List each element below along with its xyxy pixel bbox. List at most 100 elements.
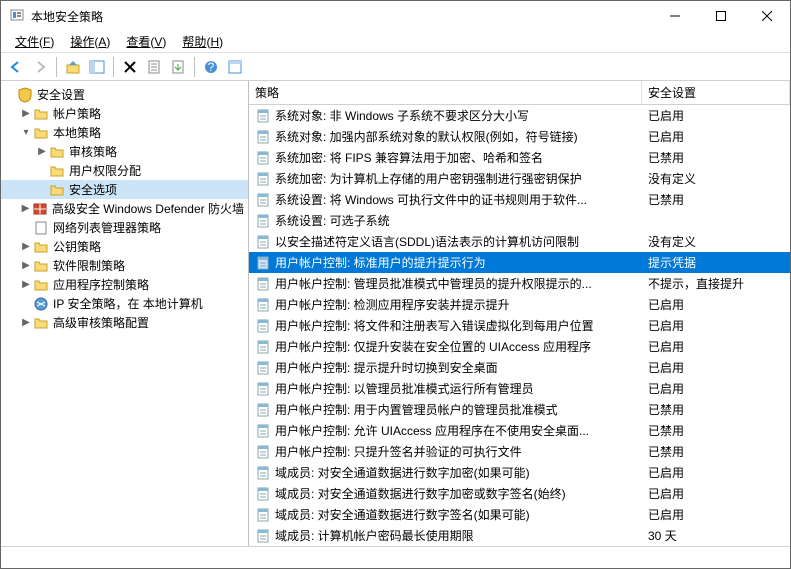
policy-name: 域成员: 对安全通道数据进行数字签名(如果可能) — [275, 506, 530, 523]
expander-icon[interactable]: ▶ — [19, 108, 33, 119]
tree-label: 安全选项 — [69, 181, 117, 198]
tree-label: 高级安全 Windows Defender 防火墙 — [52, 200, 244, 217]
tree-item[interactable]: ▾本地策略 — [1, 123, 248, 142]
policy-name: 用户帐户控制: 检测应用程序安装并提示提升 — [275, 296, 510, 313]
policy-row[interactable]: 系统加密: 将 FIPS 兼容算法用于加密、哈希和签名已禁用 — [249, 147, 790, 168]
tree-item[interactable]: ▶ 高级安全 Windows Defender 防火墙 — [1, 199, 248, 218]
policy-setting-cell: 已启用 — [642, 107, 790, 124]
policy-setting-cell: 已启用 — [642, 359, 790, 376]
tree-item[interactable]: 安全选项 — [1, 180, 248, 199]
column-policy[interactable]: 策略 — [249, 81, 642, 104]
policy-name-cell: 用户帐户控制: 管理员批准模式中管理员的提升权限提示的... — [249, 275, 642, 292]
policy-row[interactable]: 系统对象: 加强内部系统对象的默认权限(例如，符号链接)已启用 — [249, 126, 790, 147]
tree-label: 网络列表管理器策略 — [53, 219, 161, 236]
policy-icon — [255, 507, 271, 523]
policy-name-cell: 用户帐户控制: 只提升签名并验证的可执行文件 — [249, 443, 642, 460]
properties-button[interactable] — [143, 56, 165, 78]
tree-item[interactable]: ▶审核策略 — [1, 142, 248, 161]
expander-icon[interactable]: ▶ — [19, 203, 32, 214]
policy-icon — [255, 276, 271, 292]
svg-text:?: ? — [208, 60, 215, 74]
tree-label: 帐户策略 — [53, 105, 101, 122]
policy-row[interactable]: 用户帐户控制: 提示提升时切换到安全桌面已启用 — [249, 357, 790, 378]
delete-button[interactable] — [119, 56, 141, 78]
export-button[interactable] — [167, 56, 189, 78]
policy-setting-cell: 已启用 — [642, 485, 790, 502]
expander-icon[interactable]: ▶ — [19, 260, 33, 271]
policy-row[interactable]: 用户帐户控制: 允许 UIAccess 应用程序在不使用安全桌面...已禁用 — [249, 420, 790, 441]
expander-icon[interactable]: ▶ — [19, 317, 33, 328]
refresh-button[interactable] — [224, 56, 246, 78]
tree-item[interactable]: ▶应用程序控制策略 — [1, 275, 248, 294]
menu-help[interactable]: 帮助(H) — [174, 31, 231, 52]
policy-setting-cell: 没有定义 — [642, 170, 790, 187]
policy-icon — [255, 192, 271, 208]
tree-label: 公钥策略 — [53, 238, 101, 255]
tree-item[interactable]: 用户权限分配 — [1, 161, 248, 180]
policy-icon — [255, 297, 271, 313]
tree-item[interactable]: ▶ 帐户策略 — [1, 104, 248, 123]
close-button[interactable] — [744, 1, 790, 31]
folder-icon — [33, 125, 49, 141]
policy-row[interactable]: 用户帐户控制: 用于内置管理员帐户的管理员批准模式已禁用 — [249, 399, 790, 420]
policy-name: 用户帐户控制: 管理员批准模式中管理员的提升权限提示的... — [275, 275, 592, 292]
folder-icon — [49, 144, 65, 160]
policy-name: 用户帐户控制: 将文件和注册表写入错误虚拟化到每用户位置 — [275, 317, 594, 334]
column-setting[interactable]: 安全设置 — [642, 81, 790, 104]
policy-row[interactable]: 用户帐户控制: 以管理员批准模式运行所有管理员已启用 — [249, 378, 790, 399]
page-icon — [33, 220, 49, 236]
policy-row[interactable]: 用户帐户控制: 检测应用程序安装并提示提升已启用 — [249, 294, 790, 315]
tree-item[interactable]: ▶软件限制策略 — [1, 256, 248, 275]
tree-item[interactable]: ▶ 公钥策略 — [1, 237, 248, 256]
policy-row[interactable]: 系统对象: 非 Windows 子系统不要求区分大小写已启用 — [249, 105, 790, 126]
maximize-button[interactable] — [698, 1, 744, 31]
policy-setting-cell: 已启用 — [642, 506, 790, 523]
tree-view[interactable]: 安全设置 ▶ 帐户策略▾本地策略▶审核策略用户权限分配安全选项 ▶ 高级安全 Wind… — [1, 81, 249, 546]
show-hide-tree-button[interactable] — [86, 56, 108, 78]
expander-icon[interactable]: ▶ — [19, 279, 33, 290]
up-button[interactable] — [62, 56, 84, 78]
policy-row[interactable]: 用户帐户控制: 仅提升安装在安全位置的 UIAccess 应用程序已启用 — [249, 336, 790, 357]
policy-name-cell: 系统对象: 加强内部系统对象的默认权限(例如，符号链接) — [249, 128, 642, 145]
expander-icon[interactable]: ▶ — [19, 241, 33, 252]
policy-row[interactable]: 以安全描述符定义语言(SDDL)语法表示的计算机访问限制没有定义 — [249, 231, 790, 252]
policy-name: 用户帐户控制: 允许 UIAccess 应用程序在不使用安全桌面... — [275, 422, 589, 439]
tree-item[interactable]: 网络列表管理器策略 — [1, 218, 248, 237]
policy-name: 用户帐户控制: 以管理员批准模式运行所有管理员 — [275, 380, 534, 397]
tree-root[interactable]: 安全设置 — [1, 85, 248, 104]
policy-row[interactable]: 用户帐户控制: 标准用户的提升提示行为提示凭据 — [249, 252, 790, 273]
minimize-button[interactable] — [652, 1, 698, 31]
menu-file[interactable]: 文件(F) — [7, 31, 62, 52]
policy-row[interactable]: 域成员: 对安全通道数据进行数字签名(如果可能) 已启用 — [249, 504, 790, 525]
policy-row[interactable]: 用户帐户控制: 只提升签名并验证的可执行文件已禁用 — [249, 441, 790, 462]
menu-view[interactable]: 查看(V) — [118, 31, 174, 52]
policy-name-cell: 域成员: 计算机帐户密码最长使用期限 — [249, 527, 642, 544]
folder-icon — [33, 239, 49, 255]
tree-item[interactable]: IP 安全策略，在 本地计算机 — [1, 294, 248, 313]
back-button[interactable] — [5, 56, 27, 78]
expander-icon[interactable]: ▶ — [35, 146, 49, 157]
list-body[interactable]: 系统对象: 非 Windows 子系统不要求区分大小写已启用系统对象: 加强内部… — [249, 105, 790, 546]
titlebar: 本地安全策略 — [1, 1, 790, 31]
expander-icon[interactable]: ▾ — [19, 127, 33, 138]
policy-name-cell: 系统加密: 为计算机上存储的用户密钥强制进行强密钥保护 — [249, 170, 642, 187]
policy-row[interactable]: 系统加密: 为计算机上存储的用户密钥强制进行强密钥保护没有定义 — [249, 168, 790, 189]
policy-icon — [255, 444, 271, 460]
menu-action[interactable]: 操作(A) — [62, 31, 118, 52]
help-button[interactable]: ? — [200, 56, 222, 78]
policy-row[interactable]: 系统设置: 可选子系统 — [249, 210, 790, 231]
folder-icon — [33, 258, 49, 274]
policy-row[interactable]: 域成员: 计算机帐户密码最长使用期限30 天 — [249, 525, 790, 546]
shield-icon — [17, 87, 33, 103]
policy-row[interactable]: 用户帐户控制: 管理员批准模式中管理员的提升权限提示的...不提示，直接提升 — [249, 273, 790, 294]
policy-row[interactable]: 域成员: 对安全通道数据进行数字加密或数字签名(始终)已启用 — [249, 483, 790, 504]
policy-row[interactable]: 用户帐户控制: 将文件和注册表写入错误虚拟化到每用户位置已启用 — [249, 315, 790, 336]
policy-row[interactable]: 域成员: 对安全通道数据进行数字加密(如果可能)已启用 — [249, 462, 790, 483]
policy-name-cell: 域成员: 对安全通道数据进行数字签名(如果可能) — [249, 506, 642, 523]
tree-label: 高级审核策略配置 — [53, 314, 149, 331]
policy-icon — [255, 423, 271, 439]
tree-item[interactable]: ▶ 高级审核策略配置 — [1, 313, 248, 332]
policy-name: 域成员: 计算机帐户密码最长使用期限 — [275, 527, 474, 544]
forward-button[interactable] — [29, 56, 51, 78]
policy-row[interactable]: 系统设置: 将 Windows 可执行文件中的证书规则用于软件...已禁用 — [249, 189, 790, 210]
